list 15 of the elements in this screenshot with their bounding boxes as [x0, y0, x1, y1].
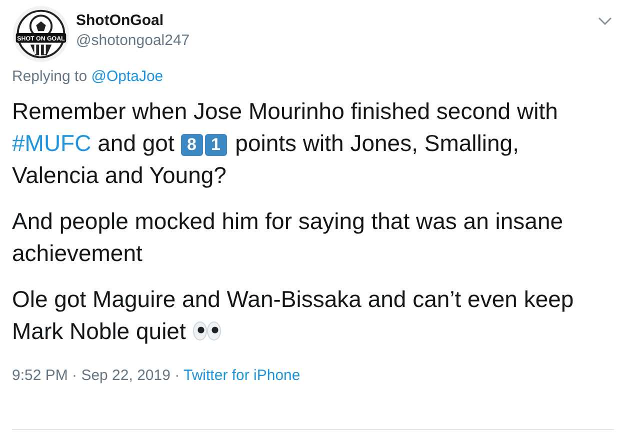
separator-dot: ·	[174, 367, 180, 384]
display-name[interactable]: ShotOnGoal	[76, 11, 598, 31]
source-link[interactable]: Twitter for iPhone	[184, 367, 300, 384]
tweet-time[interactable]: 9:52 PM · Sep 22, 2019	[12, 367, 170, 384]
chevron-down-icon[interactable]	[598, 17, 612, 25]
tweet-paragraph: Ole got Maguire and Wan-Bissaka and can’t even keep Mark Noble quiet	[12, 285, 575, 346]
keycap-digit: 1	[204, 134, 227, 156]
mention-link[interactable]: @OptaJoe	[91, 68, 164, 85]
keycap-digit: 8	[180, 134, 203, 156]
user-handle[interactable]: @shotongoal247	[76, 31, 598, 51]
tweet-paragraph: Remember when Jose Mourinho finished second with #MUFC and got 8 1 points with Jones, Smalling, Valencia and Young?	[12, 97, 559, 190]
tweet-paragraph: And people mocked him for saying that was an insane achievement	[12, 207, 564, 268]
eyes-icon	[192, 321, 222, 341]
hashtag-link[interactable]: #MUFC	[12, 130, 92, 156]
replying-label: Replying to	[12, 68, 88, 85]
